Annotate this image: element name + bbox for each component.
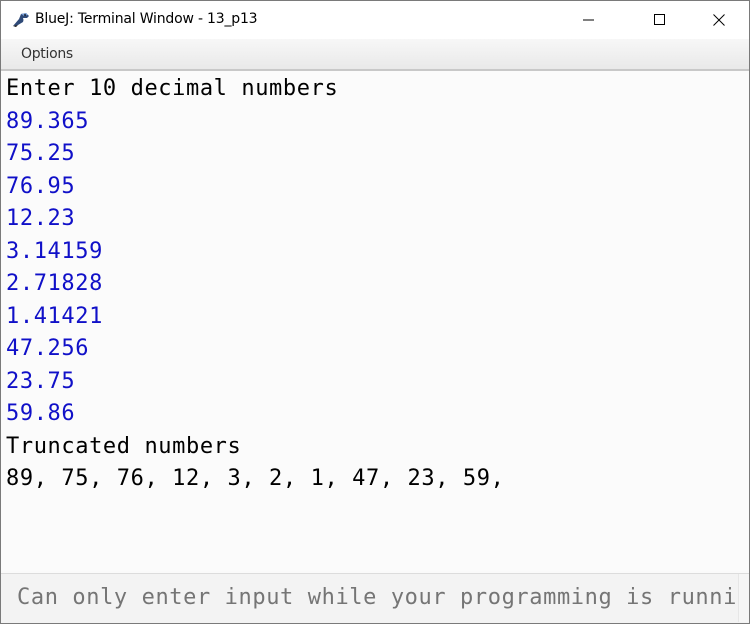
terminal-input-line: 23.75: [6, 368, 76, 394]
terminal-output[interactable]: Enter 10 decimal numbers 89.365 75.25 76.95…: [1, 71, 749, 571]
close-icon: [713, 14, 725, 26]
menu-bar: Options: [1, 39, 749, 71]
terminal-input-line: 3.14159: [6, 238, 103, 264]
terminal-output-line: Enter 10 decimal numbers: [6, 76, 339, 101]
window-title: BlueJ: Terminal Window - 13_p13: [35, 11, 258, 27]
terminal-input-line: 47.256: [6, 336, 90, 361]
terminal-input-line: 89.365: [6, 108, 90, 134]
input-bar: [1, 573, 749, 623]
terminal-input-line: 76.95: [6, 173, 76, 199]
close-button[interactable]: [696, 1, 742, 39]
terminal-output-line: Truncated numbers: [6, 433, 242, 459]
terminal-window: BlueJ: Terminal Window - 13_p13 Options …: [0, 0, 750, 624]
title-bar[interactable]: BlueJ: Terminal Window - 13_p13: [1, 1, 749, 39]
minimize-icon: [583, 19, 594, 21]
input-scroll-edge: [738, 574, 749, 622]
minimize-button[interactable]: [566, 1, 612, 39]
terminal-input-line: 2.71828: [6, 271, 103, 296]
terminal-output-line: 89, 75, 76, 12, 3, 2, 1, 47, 23, 59,: [6, 466, 505, 491]
menu-options[interactable]: Options: [21, 46, 73, 62]
terminal-input-line: 1.41421: [6, 303, 103, 329]
maximize-button[interactable]: [637, 1, 683, 39]
maximize-icon: [654, 14, 665, 25]
terminal-input-line: 75.25: [6, 141, 76, 166]
terminal-input-line: 12.23: [6, 206, 76, 231]
bluej-bird-icon: [11, 10, 31, 30]
terminal-input[interactable]: [1, 574, 737, 622]
terminal-input-line: 59.86: [6, 401, 76, 426]
